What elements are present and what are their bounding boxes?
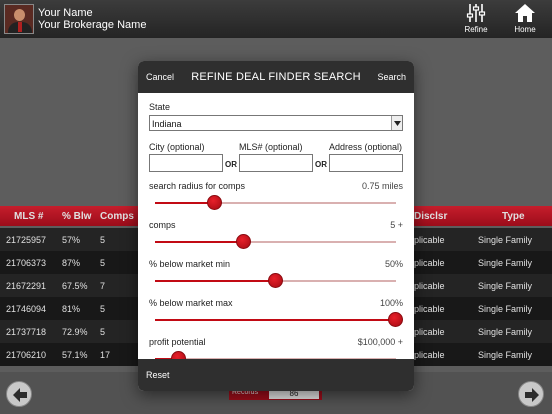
dialog-footer: Reset [138,359,414,391]
slider-fill [155,319,396,321]
home-icon [515,4,535,22]
agent-name: Your Name [38,7,93,19]
dropdown-arrow-icon [391,116,402,130]
app-header: Your Name Your Brokerage Name Refine Hom… [0,0,552,38]
state-value: Indiana [152,119,182,129]
slider-label-comps: comps [149,220,176,230]
slider-value-radius: 0.75 miles [361,181,403,191]
slider-fill [155,241,244,243]
slider-value-below-max: 100% [379,298,403,308]
city-label: City (optional) [149,142,205,152]
sliders-icon [466,4,486,22]
home-button[interactable]: Home [505,2,545,36]
state-label: State [149,102,171,112]
or-separator: OR [225,160,237,169]
slider-thumb[interactable] [268,273,283,288]
mls-input[interactable] [239,154,313,172]
refine-search-dialog: Cancel REFINE DEAL FINDER SEARCH Search … [138,61,414,391]
slider-value-profit: $100,000 + [357,337,403,347]
state-select[interactable]: Indiana [149,115,403,131]
slider-track-radius[interactable] [155,195,396,210]
or-separator: OR [315,160,327,169]
dialog-header: Cancel REFINE DEAL FINDER SEARCH Search [138,61,414,93]
refine-label: Refine [464,25,488,34]
slider-thumb[interactable] [207,195,222,210]
slider-thumb[interactable] [171,351,186,359]
slider-value-comps: 5 + [390,220,403,230]
slider-label-below-max: % below market max [149,298,233,308]
address-input[interactable] [329,154,403,172]
home-label: Home [514,25,536,34]
slider-thumb[interactable] [236,234,251,249]
slider-value-below-min: 50% [384,259,403,269]
search-button[interactable]: Search [377,72,406,82]
brokerage-name: Your Brokerage Name [38,19,147,31]
mls-label: MLS# (optional) [239,142,303,152]
address-label: Address (optional) [329,142,403,152]
slider-label-profit: profit potential [149,337,206,347]
slider-track-below-max[interactable] [155,312,403,327]
slider-thumb[interactable] [388,312,403,327]
slider-track-comps[interactable] [155,234,396,249]
slider-fill [155,280,276,282]
reset-button[interactable]: Reset [146,370,170,380]
slider-label-below-min: % below market min [149,259,231,269]
city-input[interactable] [149,154,223,172]
slider-fill [155,202,215,204]
refine-button[interactable]: Refine [456,2,496,36]
slider-label-radius: search radius for comps [149,181,246,191]
dialog-body: State Indiana City (optional) MLS# (opti… [138,93,414,359]
slider-track-below-min[interactable] [155,273,396,288]
dialog-title: REFINE DEAL FINDER SEARCH [191,71,361,83]
agent-avatar [4,4,34,34]
